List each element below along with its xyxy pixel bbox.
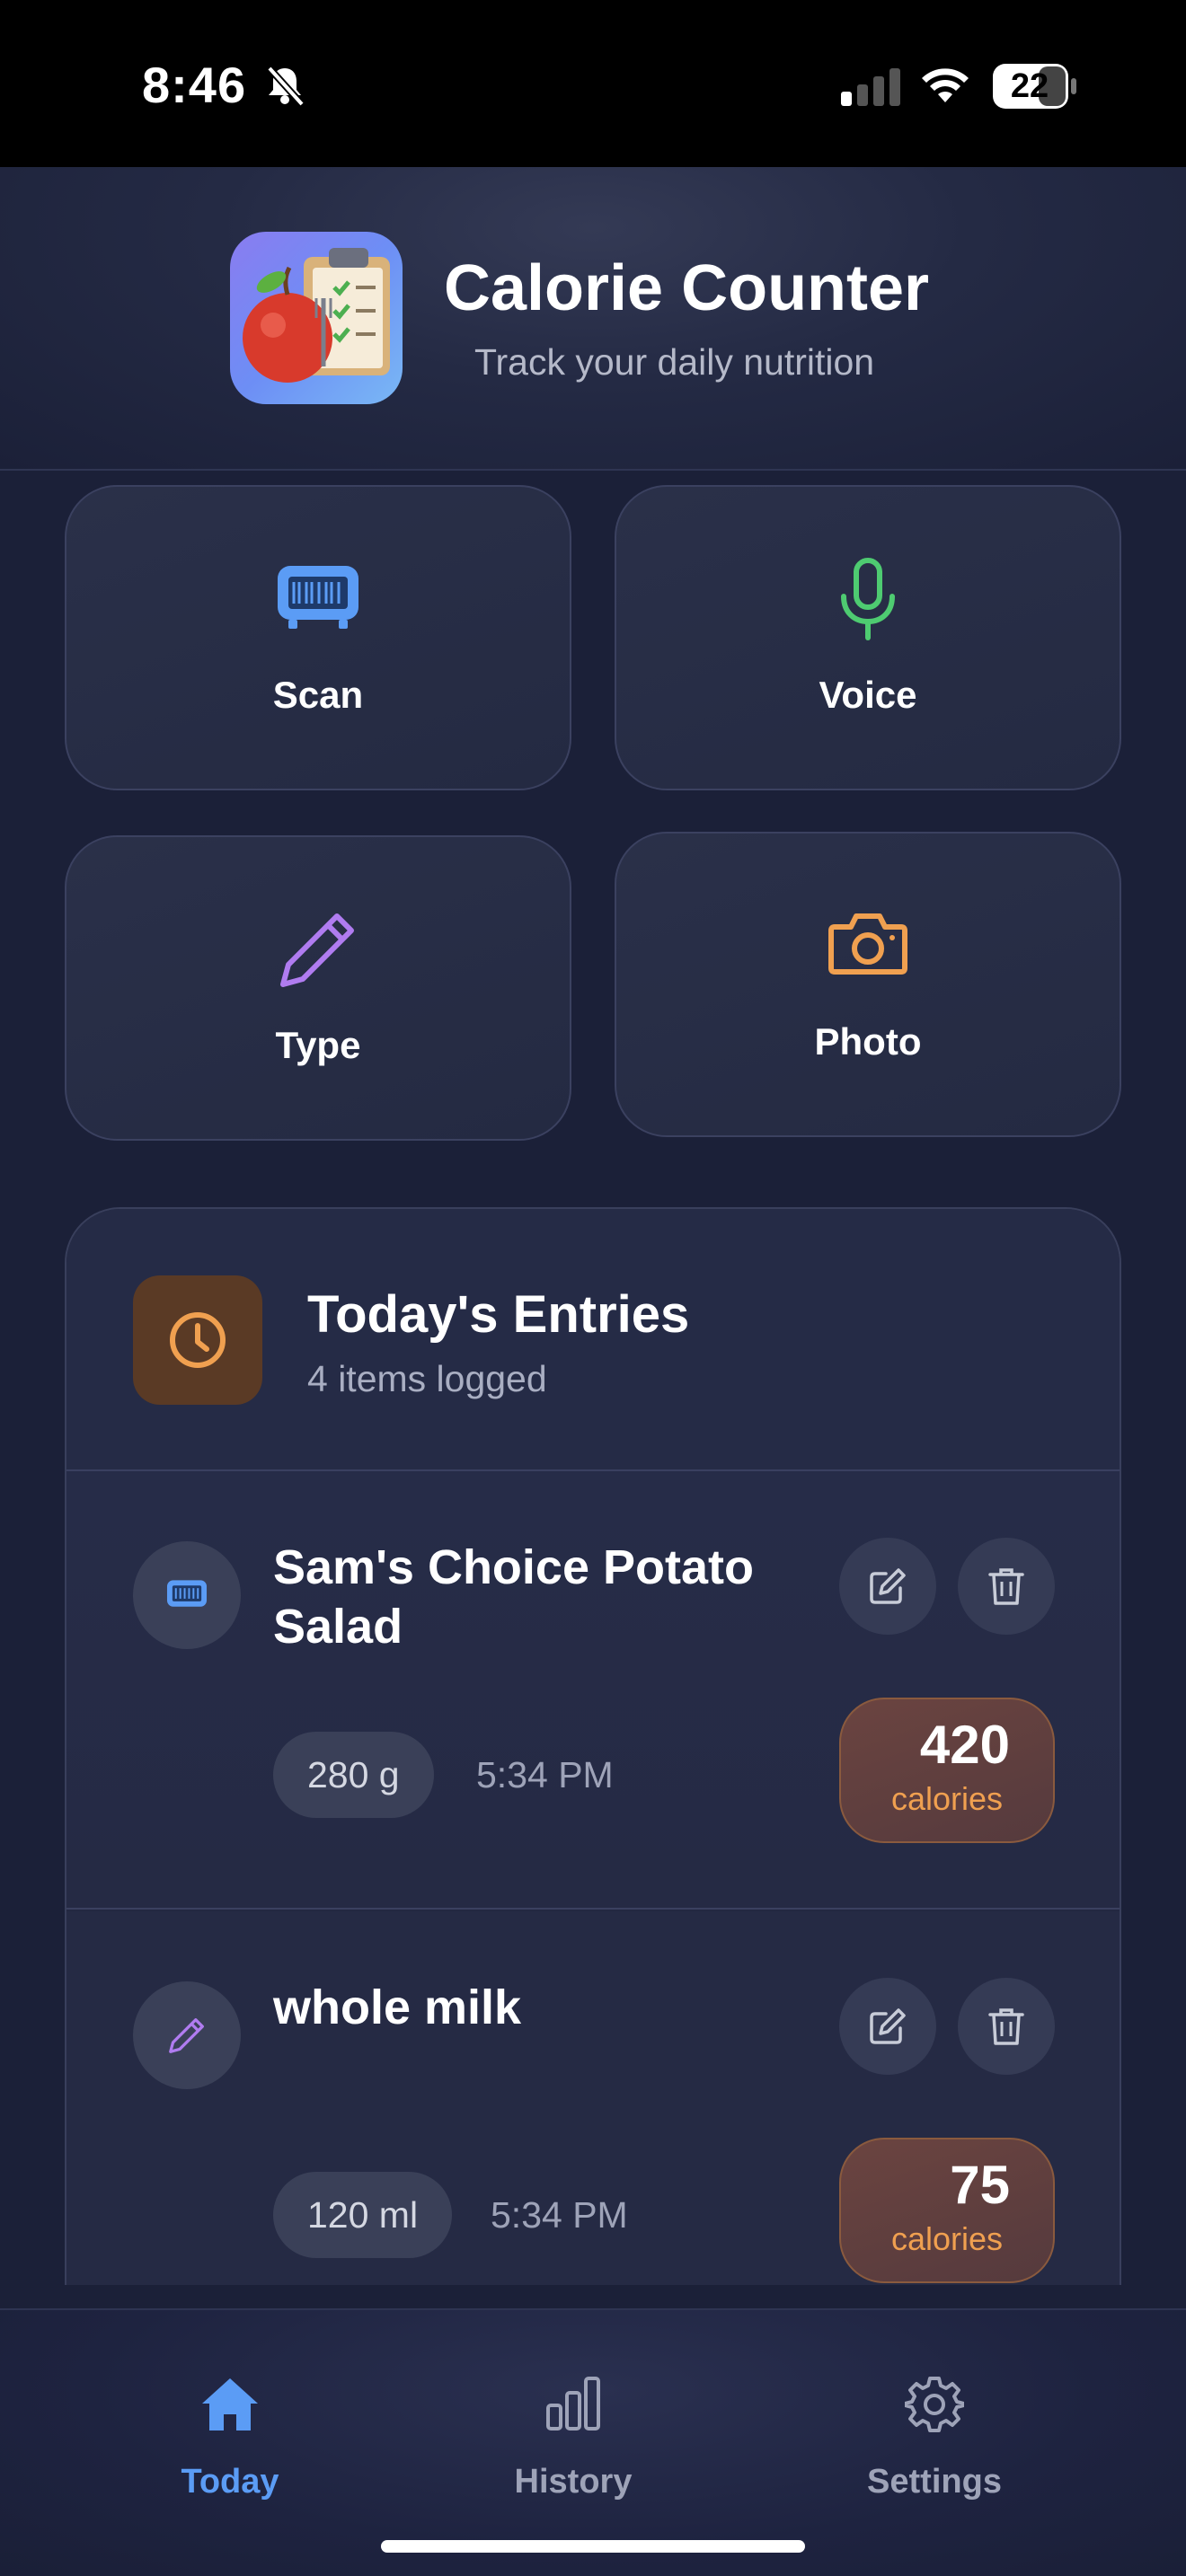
scan-label: Scan: [272, 674, 364, 716]
edit-icon: [870, 2008, 906, 2044]
tab-history[interactable]: History: [438, 2310, 708, 2517]
list-item[interactable]: Sam's Choice Potato Salad 280 g 5:34 PM …: [66, 1471, 1120, 1910]
edit-button[interactable]: [839, 1978, 936, 2075]
battery-icon: 22: [992, 63, 1078, 114]
list-item[interactable]: whole milk 120 ml 5:34 PM 75 calories: [66, 1911, 1120, 2285]
entries-header: Today's Entries 4 items logged: [66, 1209, 1120, 1471]
microphone-icon: [841, 558, 895, 640]
wifi-icon: [922, 68, 969, 102]
edit-button[interactable]: [839, 1538, 936, 1635]
calorie-badge: 75 calories: [839, 2138, 1055, 2283]
home-icon: [202, 2378, 258, 2430]
type-label: Type: [275, 1024, 361, 1066]
entry-time: 5:34 PM: [491, 2194, 628, 2236]
edit-icon: [870, 1568, 906, 1604]
entry-name: whole milk: [273, 1981, 522, 2034]
calorie-label: calories: [890, 1780, 1004, 1817]
calorie-value: 75: [950, 2155, 1010, 2215]
quantity-pill: 120 ml: [273, 2172, 453, 2258]
entries-title: Today's Entries: [307, 1285, 690, 1344]
tab-settings[interactable]: Settings: [800, 2310, 1069, 2517]
battery-level: 22: [1010, 67, 1049, 105]
todays-entries-panel: Today's Entries 4 items logged Sam's Cho…: [65, 1207, 1121, 2285]
barcode-scan-icon: [133, 1541, 241, 1649]
status-time: 8:46: [142, 57, 247, 113]
status-bar: 8:46 22: [0, 0, 1186, 167]
tab-label: History: [514, 2463, 633, 2501]
tab-bar: Today History Settings: [0, 2308, 1186, 2576]
delete-button[interactable]: [958, 1538, 1055, 1635]
bell-slash-icon: [267, 66, 305, 107]
barcode-scan-icon: [278, 566, 358, 629]
app-title: Calorie Counter: [444, 252, 930, 324]
app-header: Calorie Counter Track your daily nutriti…: [0, 167, 1186, 471]
tab-label: Settings: [867, 2463, 1002, 2501]
trash-icon: [988, 2008, 1024, 2045]
voice-button[interactable]: Voice: [615, 485, 1121, 790]
photo-button[interactable]: Photo: [615, 832, 1121, 1137]
pencil-icon: [280, 913, 354, 987]
camera-icon: [828, 913, 907, 975]
app-subtitle: Track your daily nutrition: [474, 341, 875, 383]
home-indicator[interactable]: [381, 2540, 805, 2553]
cellular-signal-icon: [841, 68, 900, 106]
tab-today[interactable]: Today: [95, 2310, 365, 2517]
app-logo-icon: [230, 232, 403, 404]
type-button[interactable]: Type: [65, 835, 571, 1141]
clock-icon: [133, 1275, 262, 1405]
calorie-label: calories: [890, 2220, 1004, 2257]
entry-time: 5:34 PM: [476, 1754, 614, 1795]
photo-label: Photo: [814, 1020, 922, 1063]
entry-name: Sam's Choice Potato Salad: [273, 1540, 754, 1654]
quantity-pill: 280 g: [273, 1732, 434, 1818]
entries-count: 4 items logged: [307, 1358, 547, 1399]
calorie-badge: 420 calories: [839, 1698, 1055, 1843]
trash-icon: [988, 1568, 1024, 1605]
pencil-icon: [133, 1981, 241, 2089]
scan-button[interactable]: Scan: [65, 485, 571, 790]
tab-label: Today: [181, 2463, 279, 2501]
calorie-value: 420: [919, 1715, 1010, 1775]
bar-chart-icon: [546, 2377, 600, 2430]
gear-icon: [905, 2377, 964, 2432]
voice-label: Voice: [819, 674, 917, 716]
delete-button[interactable]: [958, 1978, 1055, 2075]
